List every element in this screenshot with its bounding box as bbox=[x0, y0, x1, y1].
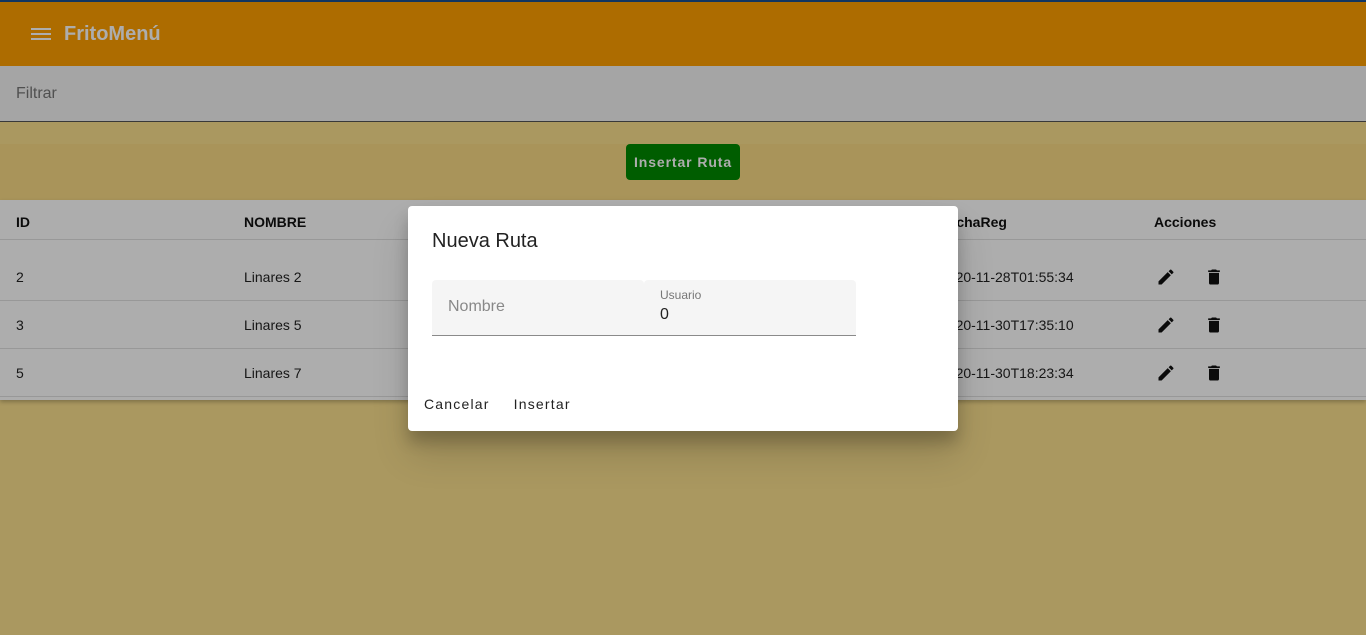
usuario-label: Usuario bbox=[660, 288, 702, 302]
nombre-input[interactable] bbox=[448, 298, 638, 316]
nueva-ruta-dialog: Nueva Ruta Usuario Cancelar Insertar bbox=[408, 206, 958, 431]
cancel-button[interactable]: Cancelar bbox=[416, 386, 498, 422]
usuario-input[interactable] bbox=[660, 306, 850, 324]
dialog-actions: Cancelar Insertar bbox=[416, 386, 587, 422]
nombre-field bbox=[432, 280, 644, 336]
usuario-field: Usuario bbox=[644, 280, 856, 336]
insertar-button[interactable]: Insertar bbox=[506, 386, 579, 422]
dialog-title: Nueva Ruta bbox=[432, 230, 538, 252]
